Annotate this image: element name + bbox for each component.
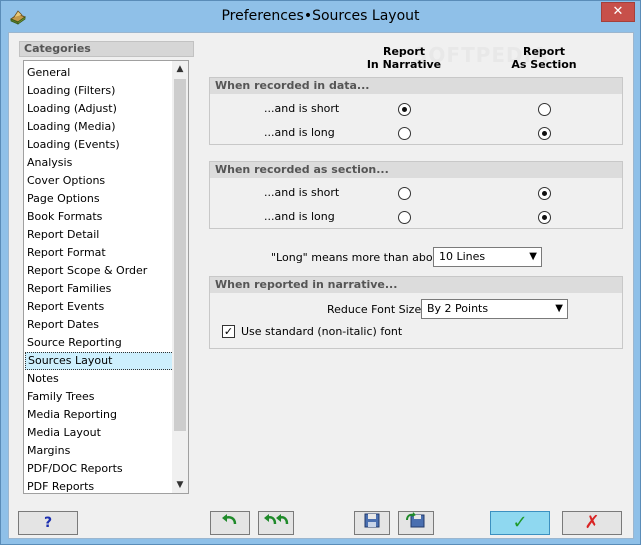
category-item[interactable]: Family Trees [25,388,174,406]
category-item[interactable]: Notes [25,370,174,388]
category-item[interactable]: Loading (Media) [25,118,174,136]
section-long-label: ...and is long [264,210,335,223]
category-item[interactable]: PDF Reports [25,478,174,496]
undo-all-button[interactable] [258,511,294,535]
chevron-down-icon: ▼ [555,303,563,314]
long-means-label: "Long" means more than about [271,251,444,264]
reported-in-narrative-title: When reported in narrative... [210,277,622,293]
category-item[interactable]: Report Format [25,244,174,262]
section-short-section-radio[interactable] [538,187,551,200]
reduce-font-size-label: Reduce Font Size: [327,303,425,316]
category-item[interactable]: Loading (Filters) [25,82,174,100]
cancel-button[interactable]: ✗ [562,511,622,535]
recorded-as-section-group: When recorded as section... ...and is sh… [209,161,623,229]
categories-scrollbar[interactable]: ▲ ▼ [172,61,188,493]
scroll-thumb[interactable] [174,79,186,431]
data-short-narrative-radio[interactable] [398,103,411,116]
font-size-select[interactable]: By 2 Points ▼ [421,299,568,319]
category-item[interactable]: Source Reporting [25,334,174,352]
undo-button[interactable] [210,511,250,535]
checkmark-icon: ✓ [512,512,528,533]
scroll-down-icon[interactable]: ▼ [172,477,188,493]
recorded-in-data-title: When recorded in data... [210,78,622,94]
title-bar: Preferences•Sources Layout ✕ [1,1,640,33]
category-item[interactable]: Book Formats [25,208,174,226]
cross-icon: ✗ [584,512,600,533]
data-long-section-radio[interactable] [538,127,551,140]
category-item[interactable]: Report Scope & Order [25,262,174,280]
reported-in-narrative-group: When reported in narrative... Reduce Fon… [209,276,623,349]
category-item[interactable]: Page Options [25,190,174,208]
close-button[interactable]: ✕ [601,2,635,22]
column-header-section: Report As Section [504,45,584,71]
save-icon [363,513,381,531]
undo-all-icon [261,514,291,531]
data-short-label: ...and is short [264,102,340,115]
revert-button[interactable] [398,511,434,535]
category-item[interactable]: Margins [25,442,174,460]
category-item[interactable]: Cover Options [25,172,174,190]
categories-header: Categories [19,41,194,57]
help-button[interactable]: ? [18,511,78,535]
chevron-down-icon: ▼ [529,251,537,262]
section-long-section-radio[interactable] [538,211,551,224]
category-item[interactable]: Report Events [25,298,174,316]
column-header-section-line1: Report [522,45,566,58]
standard-font-label: Use standard (non-italic) font [241,325,403,338]
category-item[interactable]: Analysis [25,154,174,172]
column-header-narrative-line2: In Narrative [366,58,442,71]
ok-button[interactable]: ✓ [490,511,550,535]
section-short-label: ...and is short [264,186,340,199]
categories-items: General Loading (Filters) Loading (Adjust)… [24,64,174,496]
help-icon: ? [43,515,53,531]
window-title: Preferences•Sources Layout [221,8,420,24]
categories-list: General Loading (Filters) Loading (Adjust)… [23,60,189,494]
section-short-narrative-radio[interactable] [398,187,411,200]
category-item[interactable]: Media Layout [25,424,174,442]
scroll-up-icon[interactable]: ▲ [172,61,188,77]
long-lines-select[interactable]: 10 Lines ▼ [433,247,542,267]
column-header-section-line2: As Section [511,58,577,71]
long-lines-value: 10 Lines [439,250,486,263]
category-item[interactable]: PDF/DOC Reports [25,460,174,478]
standard-font-checkbox[interactable]: ✓ [222,325,235,338]
data-short-section-radio[interactable] [538,103,551,116]
revert-icon [405,512,427,531]
category-item[interactable]: Report Detail [25,226,174,244]
column-header-narrative-line1: Report [382,45,426,58]
save-button[interactable] [354,511,390,535]
recorded-in-data-group: When recorded in data... ...and is short… [209,77,623,145]
category-item[interactable]: Report Dates [25,316,174,334]
column-header-narrative: Report In Narrative [364,45,444,71]
category-item[interactable]: Loading (Adjust) [25,100,174,118]
category-item[interactable]: Sources Layout [25,352,174,370]
font-size-value: By 2 Points [427,302,489,315]
data-long-label: ...and is long [264,126,335,139]
undo-icon [219,514,241,531]
section-long-narrative-radio[interactable] [398,211,411,224]
category-item[interactable]: General [25,64,174,82]
data-long-narrative-radio[interactable] [398,127,411,140]
category-item[interactable]: Media Reporting [25,406,174,424]
category-item[interactable]: Loading (Events) [25,136,174,154]
dialog-client-area: Categories General Loading (Filters) Loadi… [8,32,634,539]
recorded-as-section-title: When recorded as section... [210,162,622,178]
category-item[interactable]: Report Families [25,280,174,298]
preferences-window: Preferences•Sources Layout ✕ Categories … [0,0,641,545]
